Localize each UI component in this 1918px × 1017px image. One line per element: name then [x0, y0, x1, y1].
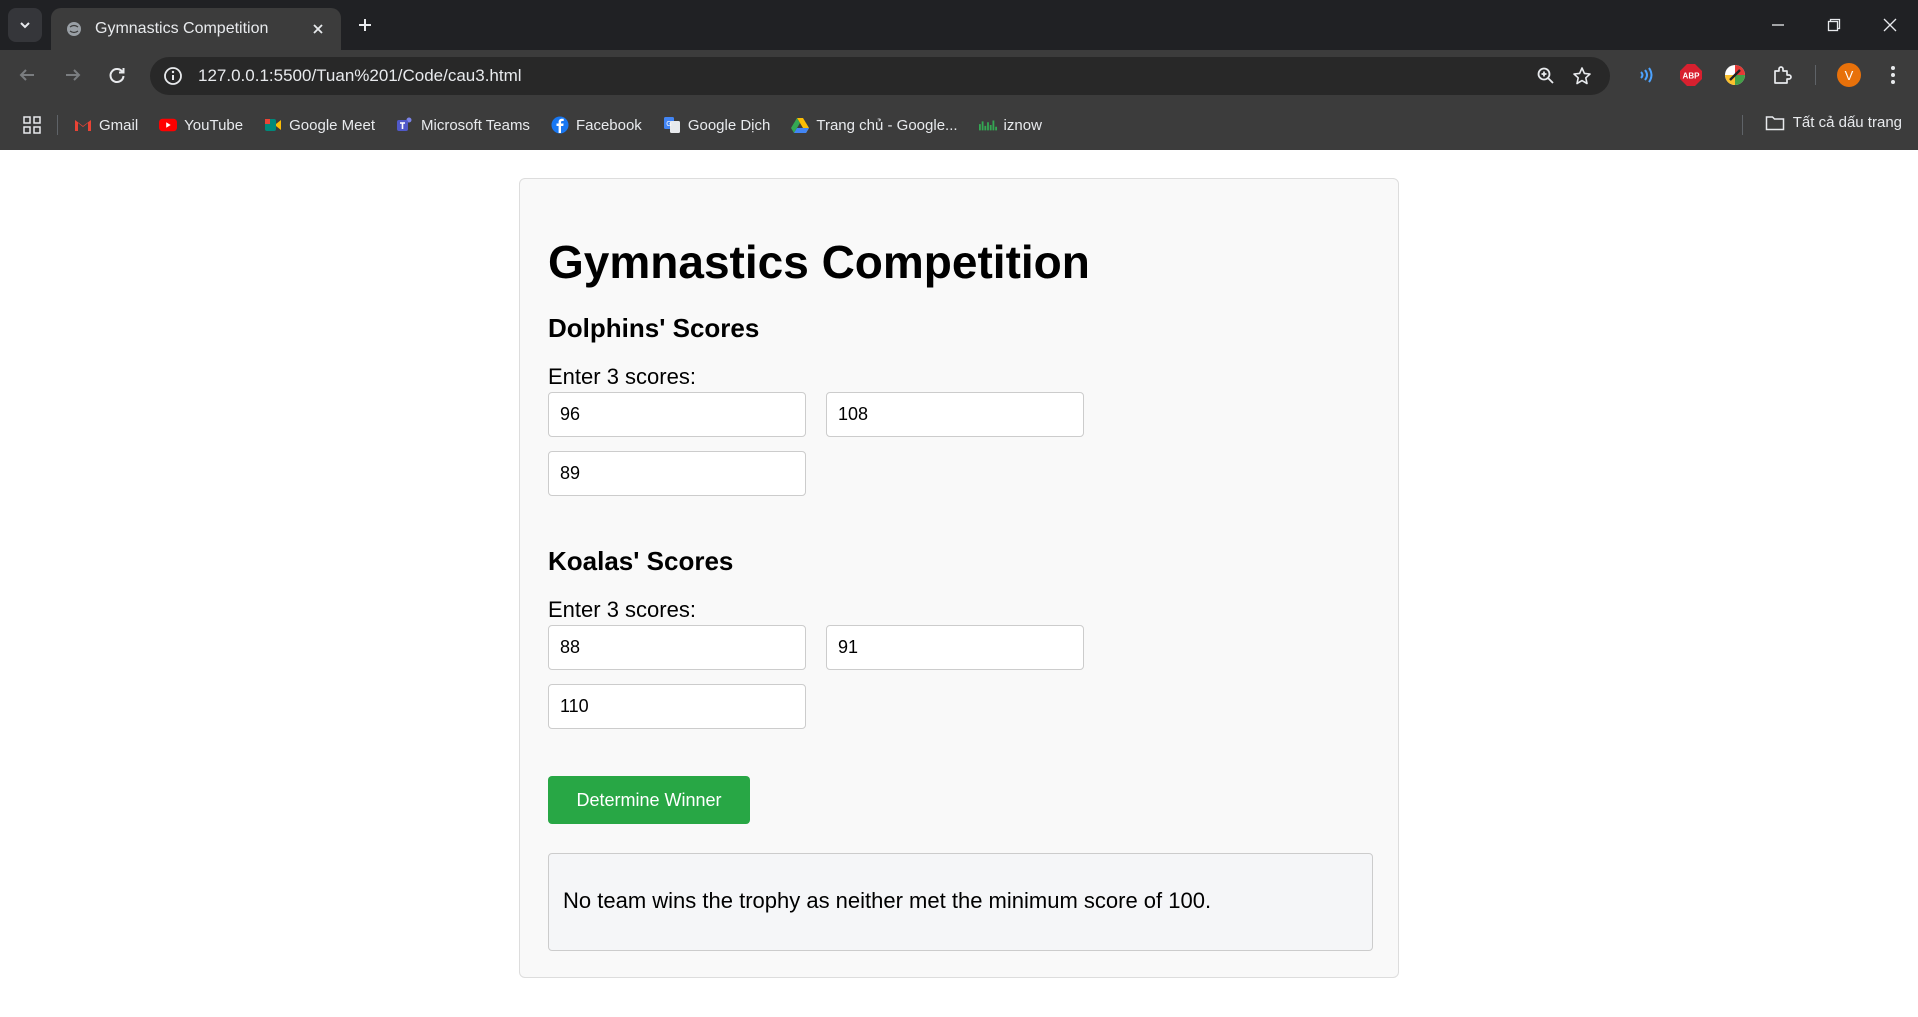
arrow-right-icon	[66, 69, 81, 81]
extensions-puzzle-icon[interactable]	[1767, 60, 1797, 90]
minimize-button[interactable]	[1750, 0, 1806, 50]
zoom-icon[interactable]	[1528, 58, 1564, 94]
result-box: No team wins the trophy as neither met t…	[548, 853, 1373, 951]
url-text: 127.0.0.1:5500/Tuan%201/Code/cau3.html	[198, 66, 522, 85]
globe-icon	[65, 20, 83, 38]
bookmark-label: Facebook	[575, 116, 642, 134]
plus-icon	[359, 19, 371, 31]
bookmark-label: Microsoft Teams	[421, 116, 530, 134]
facebook-icon	[551, 116, 569, 134]
back-button[interactable]	[10, 58, 44, 92]
dolphins-prompt: Enter 3 scores:	[548, 364, 696, 389]
bookmark-label: iznow	[1003, 116, 1042, 134]
bookmark-gmail[interactable]: Gmail	[74, 116, 138, 134]
bookmark-google-translate[interactable]: G Google Dịch	[663, 116, 771, 134]
browser-chrome: Gymnastics Competition 127.0.0.1:5500/Tu…	[0, 0, 1918, 150]
bookmark-label: YouTube	[184, 116, 244, 134]
forward-button[interactable]	[56, 58, 90, 92]
koalas-prompt: Enter 3 scores:	[548, 597, 696, 622]
address-bar[interactable]: 127.0.0.1:5500/Tuan%201/Code/cau3.html	[150, 57, 1610, 95]
profile-avatar[interactable]: V	[1834, 60, 1864, 90]
page-content: Gymnastics Competition Dolphins' Scores …	[0, 150, 1918, 1017]
bookmark-label: Google Meet	[289, 116, 376, 134]
koalas-score-3-input[interactable]	[548, 684, 806, 729]
folder-icon	[1765, 115, 1785, 130]
competition-card: Gymnastics Competition Dolphins' Scores …	[519, 178, 1399, 978]
koalas-heading: Koalas' Scores	[548, 546, 734, 576]
result-message: No team wins the trophy as neither met t…	[563, 888, 1212, 913]
restore-button[interactable]	[1806, 0, 1862, 50]
svg-text:G: G	[666, 121, 671, 128]
menu-button[interactable]	[1878, 60, 1908, 90]
restore-icon	[1827, 18, 1841, 32]
dolphins-score-1-input[interactable]	[548, 392, 806, 437]
toolbar-divider	[1815, 65, 1816, 85]
bookmark-youtube[interactable]: YouTube	[159, 116, 243, 134]
adblock-plus-extension-icon[interactable]: ABP	[1676, 60, 1706, 90]
dolphins-score-2-input[interactable]	[826, 392, 1084, 437]
toolbar: 127.0.0.1:5500/Tuan%201/Code/cau3.html A…	[0, 50, 1918, 100]
read-aloud-extension-icon[interactable]	[1632, 60, 1662, 90]
all-bookmarks-label: Tất cả dấu trang	[1792, 114, 1902, 131]
bookmarks-divider	[57, 115, 58, 135]
bookmark-label: Trang chủ - Google...	[816, 116, 958, 134]
koalas-score-1-input[interactable]	[548, 625, 806, 670]
apps-grid-icon[interactable]	[21, 114, 43, 136]
reload-icon	[109, 68, 125, 83]
google-meet-icon	[264, 116, 282, 134]
close-window-button[interactable]	[1862, 0, 1918, 50]
iznow-icon	[978, 116, 997, 134]
color-extension-icon[interactable]	[1720, 60, 1750, 90]
google-drive-icon	[791, 116, 810, 134]
all-bookmarks-button[interactable]: Tất cả dấu trang	[1765, 114, 1902, 131]
bookmark-label: Gmail	[99, 116, 139, 134]
google-translate-icon: G	[663, 116, 681, 134]
minimize-icon	[1772, 24, 1784, 26]
bookmark-microsoft-teams[interactable]: Microsoft Teams	[396, 116, 530, 134]
bookmark-google-drive[interactable]: Trang chủ - Google...	[791, 116, 958, 134]
page-title: Gymnastics Competition	[548, 236, 1090, 288]
abp-label: ABP	[1683, 72, 1701, 81]
koalas-score-2-input[interactable]	[826, 625, 1084, 670]
bookmark-iznow[interactable]: iznow	[978, 116, 1042, 134]
bookmark-google-meet[interactable]: Google Meet	[264, 116, 375, 134]
close-tab-icon[interactable]	[307, 18, 329, 40]
bookmarks-divider-right	[1742, 115, 1743, 135]
site-info-icon[interactable]	[162, 65, 184, 87]
new-tab-button[interactable]	[352, 12, 378, 38]
chevron-down-icon	[20, 22, 30, 29]
bookmark-label: Google Dịch	[687, 116, 771, 134]
bookmark-star-icon[interactable]	[1564, 58, 1600, 94]
profile-initial: V	[1837, 63, 1861, 87]
tab-title: Gymnastics Competition	[95, 20, 269, 37]
tab-search-button[interactable]	[8, 8, 42, 42]
youtube-icon	[159, 116, 178, 134]
dolphins-score-3-input[interactable]	[548, 451, 806, 496]
arrow-left-icon	[19, 69, 34, 81]
tab-strip: Gymnastics Competition	[0, 0, 1918, 50]
gmail-icon	[74, 116, 92, 134]
microsoft-teams-icon	[396, 116, 414, 134]
determine-winner-button[interactable]: Determine Winner	[548, 776, 750, 824]
bookmark-facebook[interactable]: Facebook	[551, 116, 642, 134]
dolphins-heading: Dolphins' Scores	[548, 313, 760, 343]
bookmarks-bar: Gmail YouTube Google Meet Microsoft Team…	[0, 100, 1918, 150]
tab-active[interactable]: Gymnastics Competition	[51, 8, 341, 50]
close-icon	[1883, 18, 1897, 32]
reload-button[interactable]	[100, 58, 134, 92]
more-vert-icon	[1891, 66, 1895, 84]
